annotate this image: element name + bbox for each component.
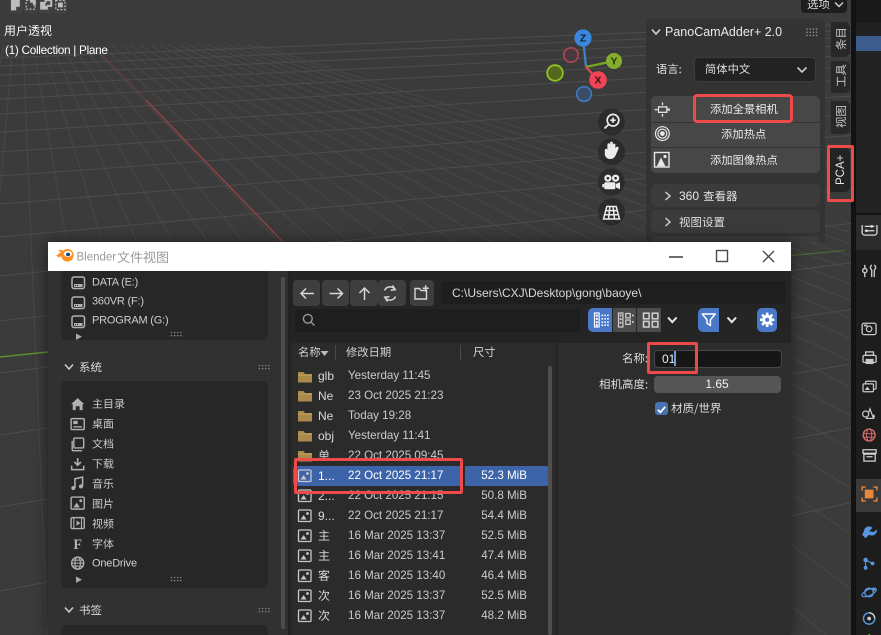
svg-text:Y: Y (610, 56, 617, 68)
svg-text:F: F (73, 537, 82, 551)
svg-text:X: X (594, 75, 601, 87)
svg-text:Z: Z (580, 33, 587, 45)
